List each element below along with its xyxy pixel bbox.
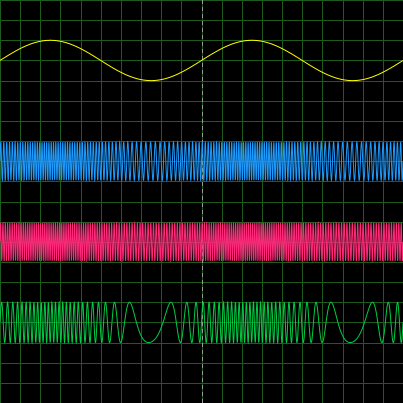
oscilloscope-screen: [0, 0, 403, 403]
